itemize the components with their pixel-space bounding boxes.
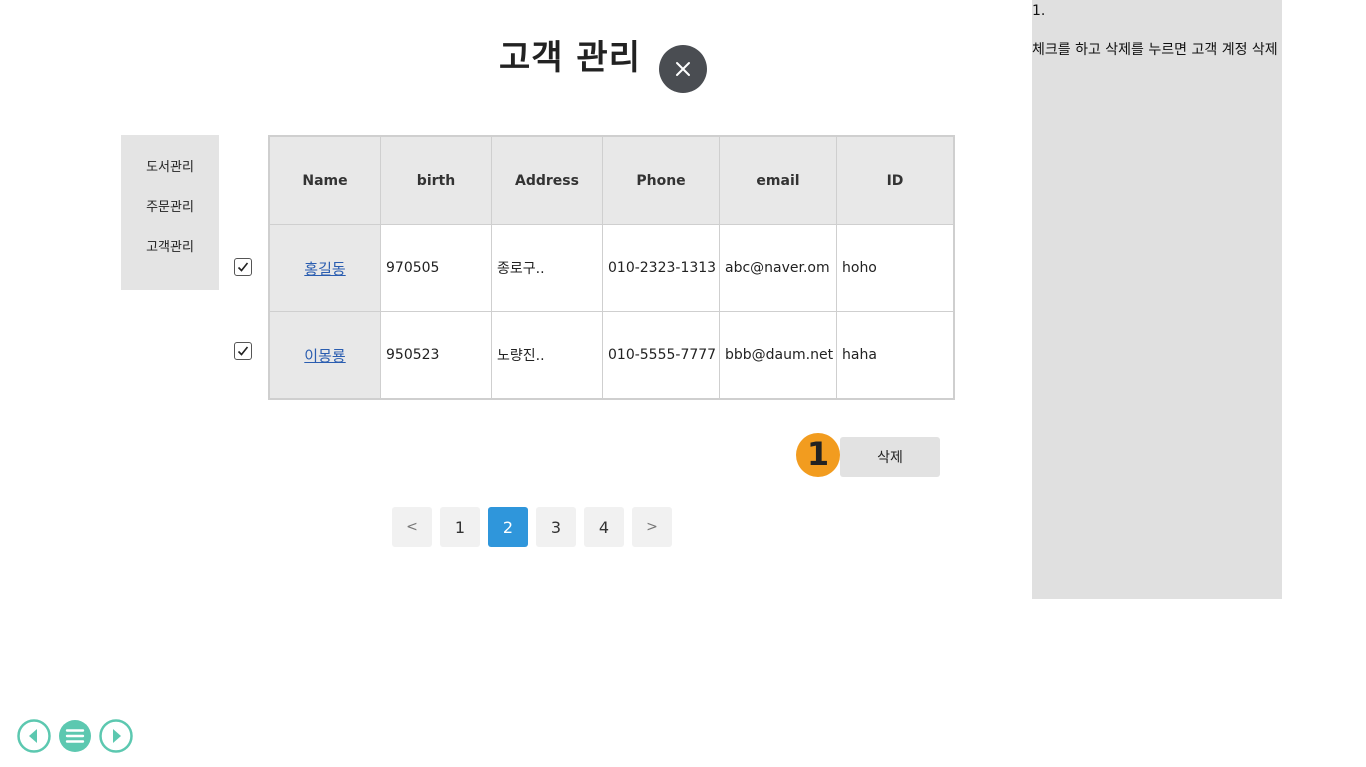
menu-button[interactable]	[58, 719, 92, 753]
annotation-number: 1.	[1032, 3, 1046, 19]
customer-name-link[interactable]: 홍길동	[304, 260, 345, 278]
column-header-id: ID	[836, 135, 955, 225]
email-cell: abc@naver.om	[719, 224, 837, 312]
table-row: 이몽룡 950523 노량진.. 010-5555-7777 bbb@daum.…	[268, 311, 955, 400]
table-header-row: Name birth Address Phone email ID	[268, 135, 955, 225]
row-checkbox[interactable]	[234, 342, 252, 360]
close-icon	[676, 62, 690, 76]
column-header-address: Address	[491, 135, 603, 225]
name-cell: 이몽룡	[268, 311, 381, 400]
phone-cell: 010-2323-1313	[602, 224, 720, 312]
page-title: 고객 관리	[499, 38, 641, 78]
address-cell: 종로구..	[491, 224, 603, 312]
customer-table: Name birth Address Phone email ID 홍길동 97…	[268, 135, 955, 400]
id-cell: hoho	[836, 224, 955, 312]
column-header-phone: Phone	[602, 135, 720, 225]
pagination-page-4[interactable]: 4	[584, 507, 624, 547]
column-header-name: Name	[268, 135, 381, 225]
menu-circle-icon	[59, 720, 91, 752]
delete-button[interactable]: 삭제	[840, 437, 940, 477]
next-slide-button[interactable]	[99, 719, 133, 753]
sidebar-item-customer-management[interactable]: 고객관리	[121, 236, 219, 255]
pagination-page-3[interactable]: 3	[536, 507, 576, 547]
row-checkbox[interactable]	[234, 258, 252, 276]
phone-cell: 010-5555-7777	[602, 311, 720, 400]
column-header-email: email	[719, 135, 837, 225]
sidebar: 도서관리 주문관리 고객관리	[121, 135, 219, 290]
sidebar-item-order-management[interactable]: 주문관리	[121, 196, 219, 215]
annotation-text: 체크를 하고 삭제를 누르면 고객 계정 삭제	[1032, 42, 1278, 58]
table-row: 홍길동 970505 종로구.. 010-2323-1313 abc@naver…	[268, 224, 955, 312]
address-cell: 노량진..	[491, 311, 603, 400]
email-cell: bbb@daum.net	[719, 311, 837, 400]
step-badge: 1	[796, 433, 840, 477]
birth-cell: 970505	[380, 224, 492, 312]
customer-name-link[interactable]: 이몽룡	[304, 347, 345, 365]
name-cell: 홍길동	[268, 224, 381, 312]
annotation-panel: 1. 체크를 하고 삭제를 누르면 고객 계정 삭제	[1032, 0, 1282, 599]
close-button[interactable]	[659, 45, 707, 93]
check-icon	[237, 346, 249, 356]
pagination-next[interactable]: >	[632, 507, 672, 547]
prev-slide-button[interactable]	[17, 719, 51, 753]
column-header-birth: birth	[380, 135, 492, 225]
sidebar-item-book-management[interactable]: 도서관리	[121, 156, 219, 175]
next-circle-icon	[99, 719, 133, 753]
prev-circle-icon	[17, 719, 51, 753]
birth-cell: 950523	[380, 311, 492, 400]
pagination-prev[interactable]: <	[392, 507, 432, 547]
id-cell: haha	[836, 311, 955, 400]
check-icon	[237, 262, 249, 272]
pagination-page-1[interactable]: 1	[440, 507, 480, 547]
pagination-page-2[interactable]: 2	[488, 507, 528, 547]
